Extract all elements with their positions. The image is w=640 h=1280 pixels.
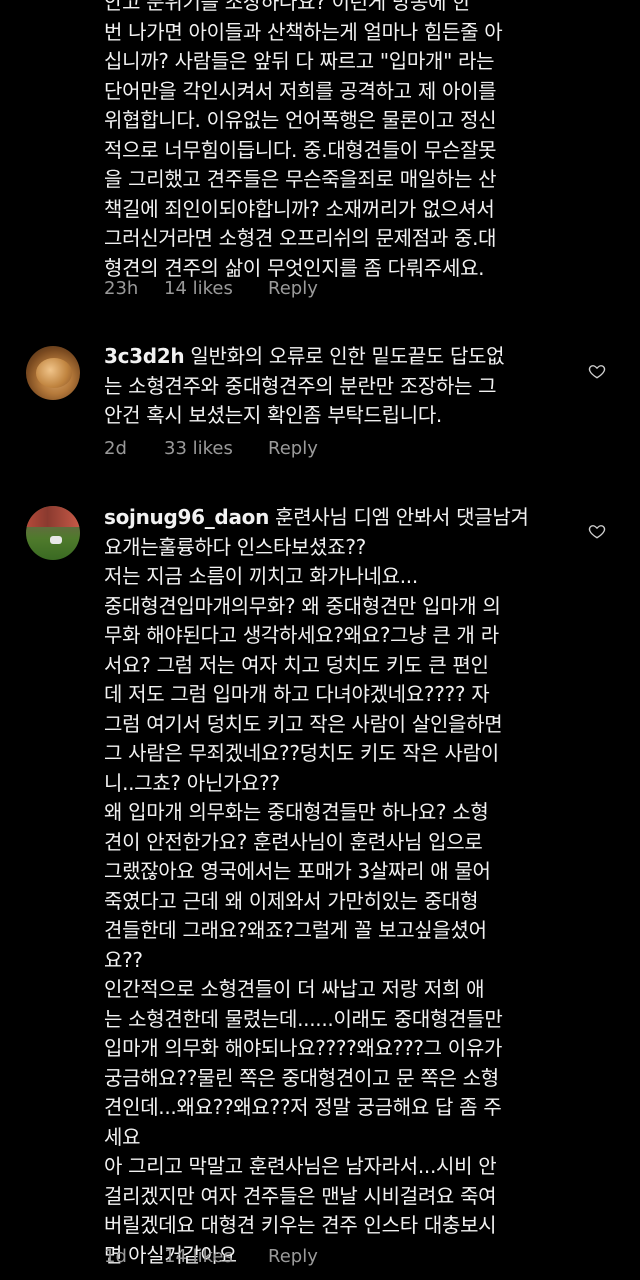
- comment-line: 중대형견입마개의무화? 왜 중대형견만 입마개 의: [104, 593, 501, 618]
- comment-line: 그러신거라면 소형견 오프리쉬의 문제점과 중.대: [104, 226, 497, 250]
- comment-line: 인간적으로 소형견들이 더 싸납고 저랑 저희 애: [104, 977, 485, 1001]
- comment-line: 요??: [104, 947, 143, 972]
- comment-line: 걸리겠지만 여자 견주들은 맨날 시비걸려요 죽여: [104, 1183, 497, 1208]
- username[interactable]: sojnug96_daon: [104, 505, 269, 529]
- comment-age: 1d: [104, 1246, 127, 1267]
- comment-line: 그랬잖아요 영국에서는 포매가 3살짜리 애 물어: [104, 859, 491, 883]
- comment-line: 십니까? 사람들은 앞뒤 다 짜르고 "입마개" 라는: [104, 49, 495, 73]
- avatar[interactable]: [26, 346, 80, 400]
- comment-line: 번 나가면 아이들과 산책하는게 얼마나 힘든줄 아: [104, 19, 503, 44]
- comment-line: 그 사람은 무죄겠네요??덩치도 키도 작은 사람이: [104, 741, 499, 765]
- comment-text: sojnug96_daon 훈련사님 디엠 안봐서 댓글남겨 요개는훌륭하다 인…: [104, 503, 582, 1270]
- comment-line: 아 그리고 막말고 훈련사님은 남자라서...시비 안: [104, 1154, 497, 1178]
- comment-line: 니..그쵸? 아닌가요??: [104, 770, 280, 795]
- avatar[interactable]: [26, 506, 80, 560]
- comment-meta: 1d 14 likes Reply: [104, 1246, 318, 1267]
- comment-line: 데 저도 그럼 입마개 하고 다녀야겠네요???? 자: [104, 682, 490, 706]
- comment-line: 견들한데 그래요?왜죠?그럴게 꼴 보고싶을셨어: [104, 918, 487, 942]
- username[interactable]: 3c3d2h: [104, 344, 185, 368]
- comment-line: 저는 지금 소름이 끼치고 화가나네요...: [104, 564, 418, 588]
- comment-text: 3c3d2h 일반화의 오류로 인한 밑도끝도 답도없 는 소형견주와 중대형견…: [104, 342, 582, 431]
- comment-line: 죽였다고 근데 왜 이제와서 가만히있는 중대형: [104, 888, 479, 913]
- reply-button[interactable]: Reply: [268, 438, 318, 459]
- comment-meta: 23h 14 likes Reply: [104, 278, 318, 299]
- reply-button[interactable]: Reply: [268, 1246, 318, 1267]
- comment-line: 적으로 너무힘이듭니다. 중.대형견들이 무슨잘못: [104, 137, 497, 162]
- comment-line: 요개는훌륭하다 인스타보셨죠??: [104, 534, 366, 559]
- comment-line: 단어만을 각인시켜서 저희를 공격하고 제 아이를: [104, 78, 497, 103]
- comment-line: 왜 입마개 의무화는 중대형견들만 하나요? 소형: [104, 800, 489, 824]
- comment-meta: 2d 33 likes Reply: [104, 438, 318, 459]
- comment-line: 안건 혹시 보셨는지 확인좀 부탁드립니다.: [104, 403, 442, 427]
- avatar-image: [26, 506, 80, 527]
- comment-line: 그럼 여기서 덩치도 키고 작은 사람이 살인을하면: [104, 711, 503, 736]
- avatar-image: [36, 358, 72, 388]
- heart-icon[interactable]: [588, 522, 606, 540]
- comment-line: 세요: [104, 1124, 141, 1149]
- comment-line: 견인데...왜요??왜요??저 정말 궁금해요 답 좀 주: [104, 1095, 502, 1119]
- comment-line: 는 소형견한데 물렸는데......이래도 중대형견들만: [104, 1006, 503, 1031]
- comment-line: 무화 해야된다고 생각하세요?왜요?그냥 큰 개 라: [104, 623, 499, 647]
- comment-likes[interactable]: 33 likes: [164, 438, 268, 459]
- comment-line: 견이 안전한가요? 훈련사님이 훈련사님 입으로: [104, 829, 483, 854]
- reply-button[interactable]: Reply: [268, 278, 318, 299]
- comment-line: 입마개 의무화 해야되나요????왜요???그 이유가: [104, 1036, 503, 1060]
- comment-age: 2d: [104, 438, 127, 459]
- comment-line: 궁금해요??물린 쪽은 중대형견이고 문 쪽은 소형: [104, 1065, 499, 1090]
- comment-line: 는 소형견주와 중대형견주의 분란만 조장하는 그: [104, 373, 497, 398]
- comment-line: 을 그리했고 견주들은 무슨죽을죄로 매일하는 산: [104, 167, 497, 191]
- comment-line: 안고 분위기를 조장하나요? 이런게 방송에 한: [104, 0, 471, 14]
- comment-likes[interactable]: 14 likes: [164, 1246, 268, 1267]
- comment-line: 훈련사님 디엠 안봐서 댓글남겨: [269, 505, 529, 529]
- comment-line: 서요? 그럼 저는 여자 치고 덩치도 키도 큰 편인: [104, 652, 489, 677]
- comment-line: 버릴겠데요 대형견 키우는 견주 인스타 대충보시: [104, 1213, 497, 1237]
- comment-line: 위협합니다. 이유없는 언어폭행은 물론이고 정신: [104, 108, 497, 132]
- avatar-image: [50, 536, 62, 544]
- previous-comment-text: 안고 분위기를 조장하나요? 이런게 방송에 한 번 나가면 아이들과 산책하는…: [104, 0, 584, 283]
- heart-icon[interactable]: [588, 362, 606, 380]
- comment-likes[interactable]: 14 likes: [164, 278, 268, 299]
- comment-line: 책길에 죄인이되야합니까? 소재꺼리가 없으셔서: [104, 196, 495, 221]
- comment-age: 23h: [104, 278, 139, 299]
- comment-line: 일반화의 오류로 인한 밑도끝도 답도없: [184, 344, 505, 368]
